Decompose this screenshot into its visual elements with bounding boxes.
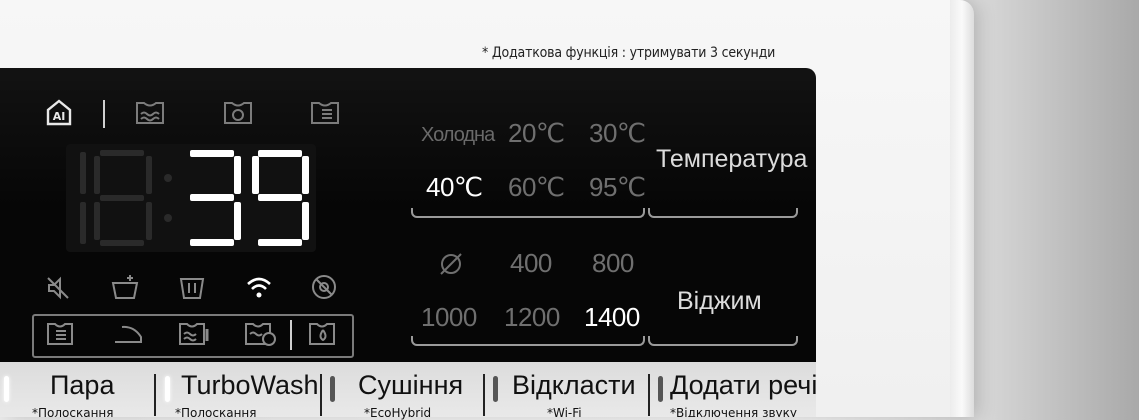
- steam-led: [4, 376, 9, 402]
- spin-option-1400-selected[interactable]: 1400: [584, 302, 640, 333]
- button-row: Пара *Полоскання TurboWash *Полоскання С…: [0, 362, 816, 420]
- drip-icon: [306, 321, 342, 347]
- rinse-icon: [221, 100, 255, 126]
- turbowash-button-label: TurboWash: [181, 370, 319, 400]
- spin-title[interactable]: Віджим: [677, 287, 762, 316]
- dry-button-sub: *EcoHybrid: [364, 406, 432, 420]
- temp-option-20[interactable]: 20℃: [508, 118, 565, 149]
- add-item-button-label: Додати речі: [670, 370, 816, 400]
- add-item-led: [658, 376, 663, 402]
- no-spin-icon[interactable]: [438, 251, 464, 277]
- delay-button-label: Відкласти: [512, 370, 636, 400]
- spin-option-400[interactable]: 400: [510, 248, 552, 279]
- detergent-icon: [110, 273, 140, 301]
- button-separator: [154, 374, 156, 416]
- spin-icon: [308, 100, 342, 126]
- dry-button[interactable]: Сушіння *EcoHybrid: [322, 362, 484, 420]
- temp-option-60[interactable]: 60℃: [508, 172, 565, 203]
- turbowash-button-sub: *Полоскання: [175, 406, 257, 420]
- spin-option-1000[interactable]: 1000: [421, 302, 477, 333]
- time-readout: 39: [66, 144, 316, 252]
- mute-icon: [45, 275, 71, 301]
- dry-led: [330, 376, 335, 402]
- turbowash-button[interactable]: TurboWash *Полоскання: [157, 362, 320, 420]
- turbowash-led: [165, 376, 170, 402]
- spin-option-800[interactable]: 800: [592, 248, 634, 279]
- add-item-button[interactable]: Додати речі *Відключення звуку: [650, 362, 816, 417]
- ai-icon: AI: [44, 98, 74, 128]
- wifi-icon: [245, 274, 273, 300]
- panel-edge: [950, 0, 974, 417]
- divider: [103, 100, 105, 128]
- spin-option-1200[interactable]: 1200: [504, 302, 560, 333]
- temp-bracket: [411, 208, 645, 218]
- temperature-title[interactable]: Температура: [656, 145, 807, 174]
- strip-divider: [290, 320, 292, 350]
- steam-button-sub: *Полоскання: [32, 406, 114, 420]
- temp-option-95[interactable]: 95℃: [589, 172, 646, 203]
- steam-button-label: Пара: [50, 370, 115, 400]
- delay-button[interactable]: Відкласти *Wi-Fi: [485, 362, 647, 420]
- temp-title-bracket: [648, 208, 798, 218]
- timed-dry-icon: [242, 321, 278, 347]
- delay-led: [493, 376, 498, 402]
- add-item-button-sub: *Відключення звуку: [670, 406, 797, 417]
- steam-button[interactable]: Пара *Полоскання: [0, 362, 155, 420]
- tub-clean-icon: [178, 275, 206, 301]
- temp-dry-icon: [176, 321, 212, 347]
- child-lock-icon: [310, 273, 338, 301]
- iron-icon: [112, 323, 144, 345]
- temp-option-cold[interactable]: Холодна: [421, 124, 495, 147]
- temp-option-40-selected[interactable]: 40℃: [426, 172, 483, 203]
- steam-icon: [44, 321, 76, 347]
- delay-button-sub: *Wi-Fi: [547, 406, 582, 420]
- spin-title-bracket: [648, 336, 798, 346]
- spin-bracket: [411, 336, 645, 346]
- temp-option-30[interactable]: 30℃: [589, 118, 646, 149]
- svg-text:AI: AI: [53, 110, 66, 123]
- extra-function-note: * Додаткова функція : утримувати 3 секун…: [482, 45, 776, 61]
- dry-button-label: Сушіння: [358, 370, 464, 400]
- wash-icon: [133, 100, 167, 126]
